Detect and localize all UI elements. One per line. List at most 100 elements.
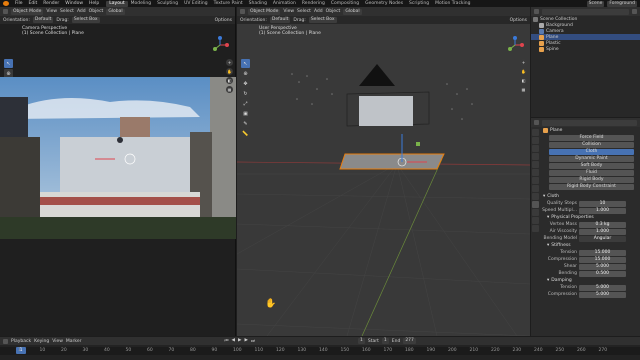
camera-view-icon[interactable]: ◧ (226, 77, 233, 84)
tab-texture-paint[interactable]: Texture Paint (211, 1, 246, 7)
rigid-body-button[interactable]: Rigid Body (549, 177, 634, 183)
physical-properties-header[interactable]: ▾ Physical Properties (531, 214, 640, 221)
tab-motion-tracking[interactable]: Motion Tracking (432, 1, 473, 7)
menu-select[interactable]: Select (60, 9, 74, 14)
outliner-search-input[interactable] (542, 8, 629, 15)
output-tab-icon[interactable] (532, 145, 539, 152)
move-tool-icon[interactable]: ✥ (241, 79, 250, 88)
constraints-tab-icon[interactable] (532, 209, 539, 216)
menu-object[interactable]: Object (89, 9, 104, 14)
pan-hand-icon[interactable]: ✋ (226, 68, 233, 75)
menu-view[interactable]: View (52, 339, 63, 344)
tab-modeling[interactable]: Modeling (128, 1, 154, 7)
play-icon[interactable]: ▶ (238, 338, 241, 344)
select-tool-icon[interactable]: ↖ (4, 59, 13, 68)
options-menu[interactable]: Options (510, 18, 527, 23)
pan-hand-icon[interactable]: ✋ (520, 68, 527, 75)
timeline[interactable]: Playback Keying View Marker ⏮ ◀ ▶ ▶ ⏭ 1 … (0, 337, 640, 360)
left-nav-gizmo[interactable] (210, 35, 230, 57)
cloth-panel-header[interactable]: ▾ Cloth (531, 193, 640, 200)
menu-keying[interactable]: Keying (34, 339, 49, 344)
view-layer-selector[interactable]: Foreground (607, 0, 637, 7)
options-menu[interactable]: Options (215, 18, 232, 23)
bending-field[interactable]: 0.500 (579, 270, 626, 277)
transform-tool-icon[interactable]: ▣ (241, 109, 250, 118)
filter-icon[interactable] (632, 9, 637, 14)
mode-selector[interactable]: Object Mode (11, 8, 44, 15)
fluid-button[interactable]: Fluid (549, 170, 634, 176)
modifier-tab-icon[interactable] (532, 185, 539, 192)
particles-tab-icon[interactable] (532, 193, 539, 200)
bending-model-dropdown[interactable]: Angular (579, 235, 626, 242)
tab-rendering[interactable]: Rendering (299, 1, 328, 7)
drag-dropdown[interactable]: Select Box (71, 17, 100, 23)
outliner-item[interactable]: Spine (531, 46, 640, 52)
menu-window[interactable]: Window (62, 1, 86, 6)
perspective-toggle-icon[interactable]: ▦ (520, 86, 527, 93)
stiffness-header[interactable]: ▾ Stiffness (531, 242, 640, 249)
air-viscosity-field[interactable]: 1.000 (579, 228, 626, 235)
outliner-editor-icon[interactable] (534, 9, 539, 14)
damping-compression-field[interactable]: 5.000 (579, 291, 626, 298)
menu-select[interactable]: Select (297, 9, 311, 14)
render-tab-icon[interactable] (532, 137, 539, 144)
annotate-tool-icon[interactable]: ✎ (241, 119, 250, 128)
properties-editor[interactable]: Plane Force Field Collision Cloth Dynami… (531, 118, 640, 336)
damping-tension-field[interactable]: 5.000 (579, 284, 626, 291)
data-tab-icon[interactable] (532, 217, 539, 224)
tab-animation[interactable]: Animation (270, 1, 299, 7)
tab-layout[interactable]: Layout (106, 0, 128, 7)
editor-type-icon[interactable] (3, 9, 8, 14)
jump-end-icon[interactable]: ⏭ (251, 338, 255, 344)
cursor-tool-icon[interactable]: ⊕ (241, 69, 250, 78)
start-frame-field[interactable]: 1 (381, 338, 389, 344)
compression-field[interactable]: 15.000 (579, 256, 626, 263)
vertex-mass-field[interactable]: 0.3 kg (579, 221, 626, 228)
orientation-dropdown[interactable]: Default (32, 17, 54, 23)
cloth-button[interactable]: Cloth (549, 149, 634, 155)
tab-compositing[interactable]: Compositing (328, 1, 362, 7)
material-tab-icon[interactable] (532, 225, 539, 232)
rotate-tool-icon[interactable]: ↻ (241, 89, 250, 98)
current-frame-field[interactable]: 1 (358, 338, 365, 344)
zoom-icon[interactable]: + (226, 59, 233, 66)
tab-scripting[interactable]: Scripting (406, 1, 432, 7)
camera-view-icon[interactable]: ◧ (520, 77, 527, 84)
select-tool-icon[interactable]: ↖ (241, 59, 250, 68)
scene-tab-icon[interactable] (532, 161, 539, 168)
mode-selector[interactable]: Object Mode (248, 8, 281, 15)
object-tab-icon[interactable] (532, 177, 539, 184)
world-tab-icon[interactable] (532, 169, 539, 176)
jump-start-icon[interactable]: ⏮ (224, 338, 228, 344)
end-frame-field[interactable]: 277 (403, 338, 416, 344)
properties-editor-icon[interactable] (534, 120, 539, 125)
tool-tab-icon[interactable] (532, 129, 539, 136)
right-nav-gizmo[interactable] (505, 35, 525, 57)
quality-steps-field[interactable]: 10 (579, 200, 626, 207)
menu-add[interactable]: Add (77, 9, 86, 14)
tab-shading[interactable]: Shading (246, 1, 270, 7)
3d-viewport[interactable]: Object Mode View Select Add Object Globa… (237, 7, 530, 336)
shear-field[interactable]: 5.000 (579, 263, 626, 270)
menu-marker[interactable]: Marker (66, 339, 82, 344)
menu-view[interactable]: View (46, 9, 57, 14)
menu-add[interactable]: Add (314, 9, 323, 14)
collision-button[interactable]: Collision (549, 142, 634, 148)
transform-orientation[interactable]: Global (106, 8, 125, 15)
damping-header[interactable]: ▾ Damping (531, 277, 640, 284)
view-layer-tab-icon[interactable] (532, 153, 539, 160)
drag-dropdown[interactable]: Select Box (308, 17, 337, 23)
camera-viewport[interactable]: Object Mode View Select Add Object Globa… (0, 7, 236, 336)
menu-edit[interactable]: Edit (26, 1, 41, 6)
menu-object[interactable]: Object (326, 9, 341, 14)
measure-tool-icon[interactable]: 📏 (241, 129, 250, 138)
tension-field[interactable]: 15.000 (579, 249, 626, 256)
zoom-icon[interactable]: + (520, 59, 527, 66)
physics-tab-icon[interactable] (532, 201, 539, 208)
properties-search-input[interactable] (542, 119, 637, 126)
orientation-dropdown[interactable]: Default (269, 17, 291, 23)
menu-file[interactable]: File (12, 1, 26, 6)
speed-multiplier-field[interactable]: 1.000 (579, 207, 626, 214)
prev-key-icon[interactable]: ◀ (232, 338, 235, 344)
menu-view[interactable]: View (283, 9, 294, 14)
